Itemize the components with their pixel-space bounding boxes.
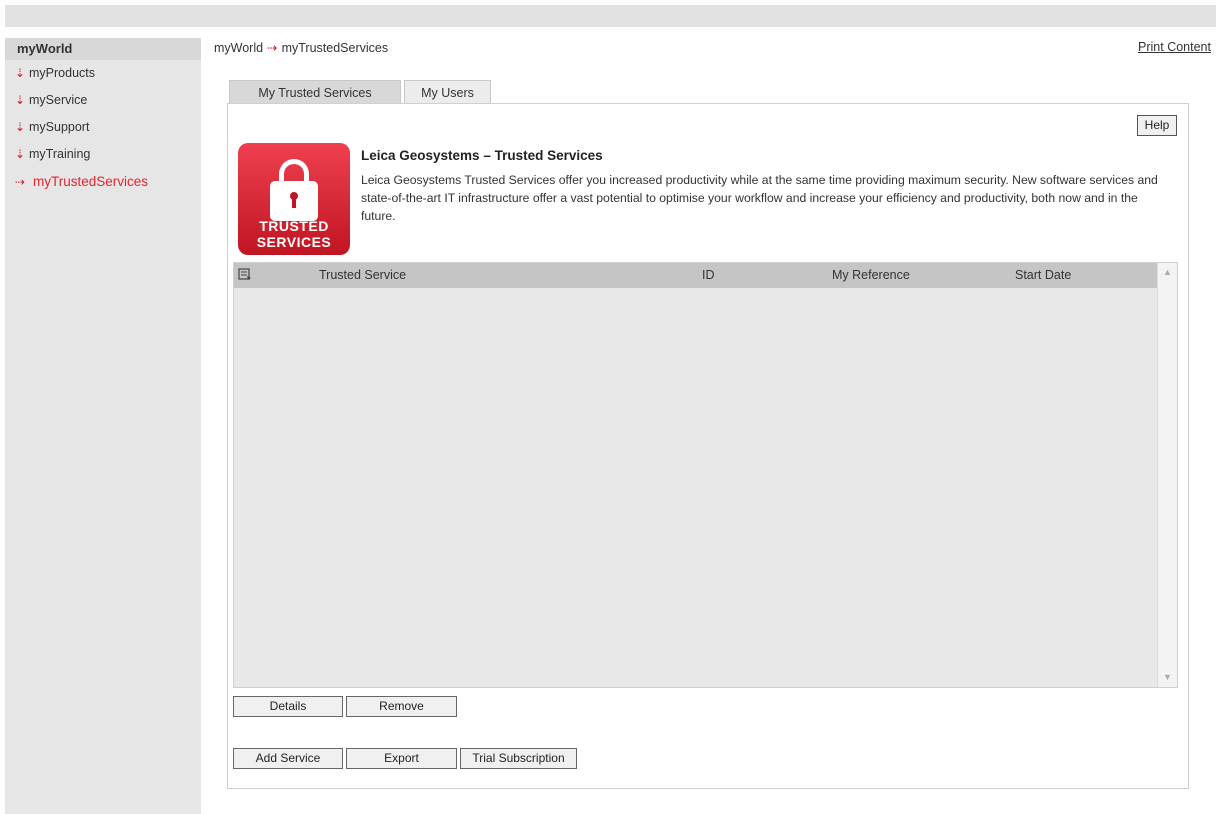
tab-my-users[interactable]: My Users — [404, 80, 491, 105]
top-bar — [5, 5, 1216, 27]
trusted-services-logo: TRUSTED SERVICES — [238, 143, 350, 255]
sidebar-item-myproducts[interactable]: ⇣ myProducts — [5, 60, 201, 87]
column-trusted-service[interactable]: Trusted Service — [319, 268, 406, 282]
scroll-down-icon[interactable]: ▼ — [1159, 669, 1176, 686]
sidebar-item-label: myTraining — [29, 147, 91, 161]
scroll-up-icon[interactable]: ▲ — [1159, 264, 1176, 281]
sidebar-item-myservice[interactable]: ⇣ myService — [5, 87, 201, 114]
arrow-down-icon: ⇣ — [15, 93, 26, 107]
sidebar-item-label: myProducts — [29, 66, 95, 80]
column-my-reference[interactable]: My Reference — [832, 268, 910, 282]
column-start-date[interactable]: Start Date — [1015, 268, 1071, 282]
sidebar-item-mytraining[interactable]: ⇣ myTraining — [5, 141, 201, 168]
intro-title: Leica Geosystems – Trusted Services — [361, 148, 603, 163]
column-id[interactable]: ID — [702, 268, 715, 282]
tab-my-trusted-services[interactable]: My Trusted Services — [229, 80, 401, 105]
logo-text-line1: TRUSTED — [259, 218, 329, 234]
sidebar-header: myWorld — [5, 38, 201, 60]
details-button[interactable]: Details — [233, 696, 343, 717]
arrow-down-icon: ⇣ — [15, 66, 26, 80]
column-chooser-icon[interactable] — [238, 267, 252, 284]
arrow-right-icon: ⇢ — [15, 175, 26, 189]
add-service-button[interactable]: Add Service — [233, 748, 343, 769]
table-header: Trusted Service ID My Reference Start Da… — [234, 263, 1177, 288]
help-button[interactable]: Help — [1137, 115, 1177, 136]
print-content-link[interactable]: Print Content — [1138, 40, 1211, 54]
logo-text-line2: SERVICES — [256, 234, 332, 250]
arrow-down-icon: ⇣ — [15, 120, 26, 134]
intro-text: Leica Geosystems Trusted Services offer … — [361, 173, 1158, 223]
breadcrumb-current: myTrustedServices — [281, 41, 389, 55]
table-scrollbar[interactable]: ▲ ▼ — [1157, 263, 1177, 687]
breadcrumb: myWorld ⇢ myTrustedServices — [214, 40, 388, 55]
arrow-right-icon: ⇢ — [267, 41, 278, 55]
sidebar-item-label: myService — [29, 93, 88, 107]
export-button[interactable]: Export — [346, 748, 457, 769]
breadcrumb-root[interactable]: myWorld — [214, 41, 263, 55]
sidebar-item-label: mySupport — [29, 120, 90, 134]
services-table: Trusted Service ID My Reference Start Da… — [233, 262, 1178, 688]
trial-subscription-button[interactable]: Trial Subscription — [460, 748, 577, 769]
sidebar-item-mysupport[interactable]: ⇣ mySupport — [5, 114, 201, 141]
remove-button[interactable]: Remove — [346, 696, 457, 717]
sidebar: myWorld ⇣ myProducts ⇣ myService ⇣ mySuppor… — [5, 38, 201, 814]
sidebar-item-mytrustedservices[interactable]: ⇢ myTrustedServices — [5, 168, 201, 195]
arrow-down-icon: ⇣ — [15, 147, 26, 161]
sidebar-item-label: myTrustedServices — [33, 174, 149, 189]
